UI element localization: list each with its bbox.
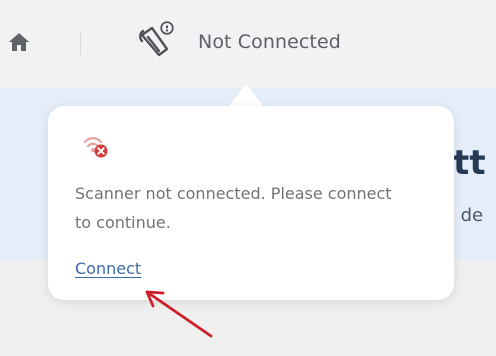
red-arrow-annotation [145, 290, 213, 338]
scanner-icon[interactable] [135, 19, 177, 61]
popover-arrow [228, 84, 264, 107]
top-bar: Not Connected [0, 0, 496, 88]
connect-link[interactable]: Connect [75, 259, 141, 278]
connection-status: Not Connected [198, 31, 341, 53]
header-divider [80, 31, 81, 55]
wifi-error-icon [83, 137, 108, 158]
home-icon[interactable] [7, 30, 31, 54]
popover-message: Scanner not connected. Please connect to… [75, 184, 392, 232]
scanner-popover: Scanner not connected. Please connect to… [48, 106, 454, 300]
app-screen: Not Connected ett c de Scanner not conne… [0, 0, 496, 356]
